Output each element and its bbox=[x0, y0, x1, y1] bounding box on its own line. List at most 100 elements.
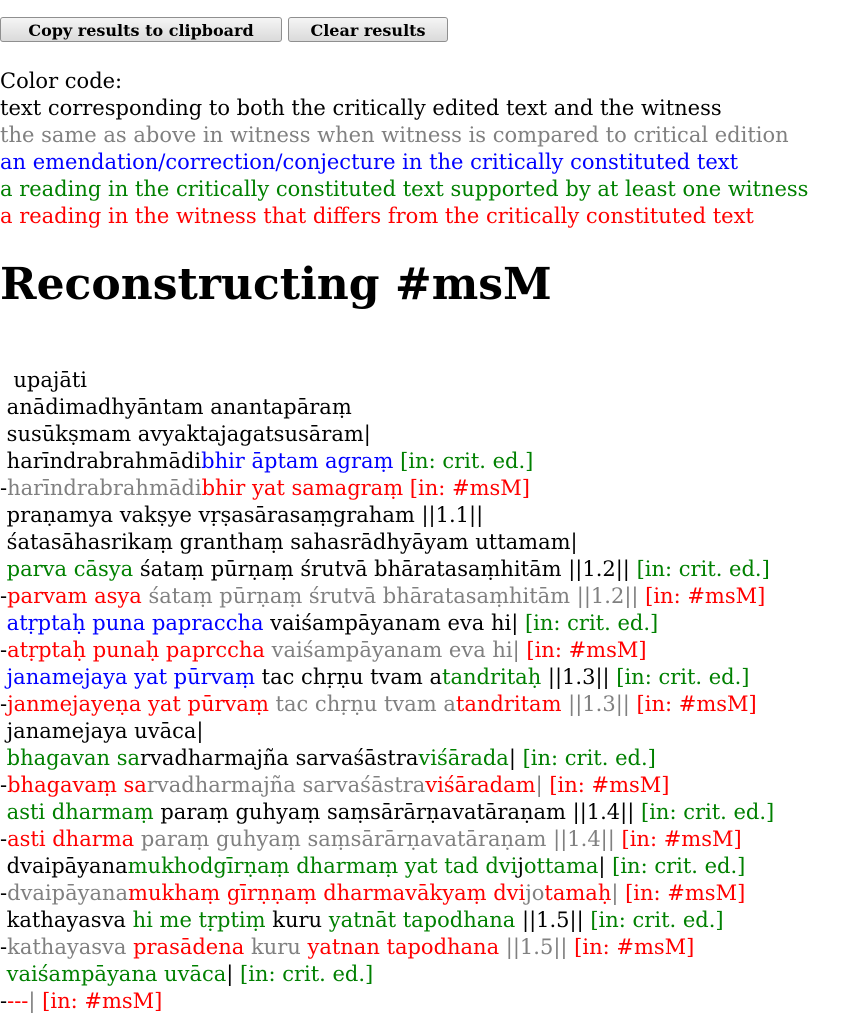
legend-item-blue: an emendation/correction/conjecture in t… bbox=[0, 150, 739, 174]
text-segment: kathayasva bbox=[7, 935, 127, 959]
text-segment: [in: #msM] bbox=[614, 827, 742, 851]
text-segment: harīndrabrahmādi bbox=[0, 449, 202, 473]
text-line: -harīndrabrahmādibhir yat samagraṃ [in: … bbox=[0, 475, 774, 502]
text-line: vaiśampāyana uvāca| [in: crit. ed.] bbox=[0, 961, 774, 988]
text-segment: [in: crit. ed.] bbox=[518, 611, 659, 635]
text-segment: [in: #msM] bbox=[629, 692, 757, 716]
text-line: śatasāhasrikaṃ granthaṃ sahasrādhyāyam u… bbox=[0, 529, 774, 556]
text-segment: asti dharmaṃ bbox=[0, 800, 154, 824]
text-segment: vaiśampāyana uvāca bbox=[0, 962, 227, 986]
text-segment: rvadharmajña sarvaśāstra bbox=[140, 746, 419, 770]
text-segment: ottama bbox=[523, 854, 599, 878]
text-segment: tandritam bbox=[455, 692, 562, 716]
text-segment: śatasāhasrikaṃ granthaṃ sahasrādhyāyam u… bbox=[0, 530, 578, 554]
text-segment: hi me tṛptiṃ bbox=[125, 908, 266, 932]
toolbar: Copy results to clipboard Clear results bbox=[0, 17, 448, 42]
text-segment: upajāti bbox=[0, 368, 88, 392]
text-line: harīndrabrahmādibhir āptam agraṃ [in: cr… bbox=[0, 448, 774, 475]
text-segment: atṛptaḥ puna papraccha bbox=[0, 611, 264, 635]
text-segment: susūkṣmam avyaktajagatsusāram| bbox=[0, 422, 371, 446]
text-segment: dvaipāyana bbox=[7, 881, 129, 905]
text-segment: prasādena bbox=[126, 935, 245, 959]
text-segment: [in: #msM] bbox=[638, 584, 766, 608]
legend-item-red: a reading in the witness that differs fr… bbox=[0, 204, 754, 228]
text-segment: janmejayeṇa yat pūrvaṃ bbox=[7, 692, 269, 716]
text-segment: jo bbox=[525, 881, 545, 905]
text-segment: vaiśampāyanam eva hi| bbox=[263, 611, 519, 635]
text-line: janamejaya uvāca| bbox=[0, 718, 774, 745]
text-segment: [in: #msM] bbox=[542, 773, 670, 797]
reconstruction-text: upajāti anādimadhyāntam anantapāraṃ susū… bbox=[0, 367, 774, 1015]
text-line: susūkṣmam avyaktajagatsusāram| bbox=[0, 421, 774, 448]
text-segment: | bbox=[508, 746, 516, 770]
text-segment: praṇamya vakṣye vṛṣasārasaṃgraham ||1.1|… bbox=[0, 503, 484, 527]
text-segment: asti dharma bbox=[7, 827, 135, 851]
text-segment: viśāradam bbox=[425, 773, 536, 797]
text-segment: vaiśampāyanam eva hi| bbox=[264, 638, 520, 662]
text-segment: rvadharmajña sarvaśāstra bbox=[146, 773, 426, 797]
text-segment: atṛptaḥ punaḥ paprccha bbox=[7, 638, 265, 662]
text-segment: parvam asya bbox=[7, 584, 142, 608]
text-line: -atṛptaḥ punaḥ paprccha vaiśampāyanam ev… bbox=[0, 637, 774, 664]
text-line: dvaipāyanamukhodgīrṇaṃ dharmaṃ yat tad d… bbox=[0, 853, 774, 880]
text-segment: anādimadhyāntam anantapāraṃ bbox=[0, 395, 352, 419]
text-segment: bhagavaṃ sa bbox=[7, 773, 147, 797]
text-line: anādimadhyāntam anantapāraṃ bbox=[0, 394, 774, 421]
text-segment: mukhodgīrṇaṃ dharmaṃ yat tad dvi bbox=[127, 854, 518, 878]
text-segment: janamejaya yat pūrvaṃ bbox=[0, 665, 255, 689]
legend-item-black: text corresponding to both the criticall… bbox=[0, 96, 722, 120]
text-line: -parvam asya śataṃ pūrṇaṃ śrutvā bhārata… bbox=[0, 583, 774, 610]
text-segment: bhagavan sa bbox=[0, 746, 141, 770]
text-line: atṛptaḥ puna papraccha vaiśampāyanam eva… bbox=[0, 610, 774, 637]
text-line: janamejaya yat pūrvaṃ tac chṛṇu tvam ata… bbox=[0, 664, 774, 691]
text-segment: [in: #msM] bbox=[618, 881, 746, 905]
text-segment: [in: crit. ed.] bbox=[605, 854, 746, 878]
text-segment: ||1.5|| bbox=[515, 908, 584, 932]
text-segment: harīndrabrahmādi bbox=[7, 476, 202, 500]
text-segment: [in: #msM] bbox=[35, 989, 163, 1013]
text-segment: [in: crit. ed.] bbox=[634, 800, 775, 824]
text-segment: paraṃ guhyaṃ saṃsārārṇavatāraṇam ||1.4|| bbox=[134, 827, 615, 851]
text-line: praṇamya vakṣye vṛṣasārasaṃgraham ||1.1|… bbox=[0, 502, 774, 529]
clear-results-button[interactable]: Clear results bbox=[288, 17, 448, 42]
text-segment: --- bbox=[7, 989, 29, 1013]
text-line: -bhagavaṃ sarvadharmajña sarvaśāstraviśā… bbox=[0, 772, 774, 799]
text-segment: | bbox=[535, 773, 543, 797]
text-line: asti dharmaṃ paraṃ guhyaṃ saṃsārārṇavatā… bbox=[0, 799, 775, 826]
text-segment: [in: crit. ed.] bbox=[629, 557, 770, 581]
text-segment: śataṃ pūrṇaṃ śrutvā bhāratasaṃhitām ||1.… bbox=[133, 557, 630, 581]
text-segment: bhir yat samagraṃ bbox=[201, 476, 404, 500]
text-line: -dvaipāyanamukhaṃ gīrṇṇaṃ dharmavākyaṃ d… bbox=[0, 880, 774, 907]
text-segment: tac chṛṇu tvam a bbox=[254, 665, 443, 689]
color-code-legend: Color code: text corresponding to both t… bbox=[0, 68, 808, 230]
text-segment: parva cāsya bbox=[0, 557, 134, 581]
text-line: kathayasva hi me tṛptiṃ kuru yatnāt tapo… bbox=[0, 907, 774, 934]
text-segment: yatnan tapodhana bbox=[300, 935, 500, 959]
text-segment: [in: #msM] bbox=[567, 935, 695, 959]
text-segment: tamaḥ bbox=[544, 881, 612, 905]
text-segment: yatnāt tapodhana bbox=[322, 908, 516, 932]
text-segment: viśārada bbox=[418, 746, 509, 770]
legend-item-gray: the same as above in witness when witnes… bbox=[0, 123, 789, 147]
text-segment: ||1.5|| bbox=[499, 935, 568, 959]
text-segment: tandritaḥ bbox=[442, 665, 542, 689]
text-segment: dvaipāyana bbox=[0, 854, 128, 878]
text-segment: [in: #msM] bbox=[519, 638, 647, 662]
text-segment: śataṃ pūrṇaṃ śrutvā bhāratasaṃhitām ||1.… bbox=[141, 584, 639, 608]
text-line: -janmejayeṇa yat pūrvaṃ tac chṛṇu tvam a… bbox=[0, 691, 774, 718]
text-segment: [in: crit. ed.] bbox=[233, 962, 374, 986]
text-segment: janamejaya uvāca| bbox=[0, 719, 204, 743]
text-segment: paraṃ guhyaṃ saṃsārārṇavatāraṇam ||1.4|| bbox=[153, 800, 635, 824]
text-line: ----| [in: #msM] bbox=[0, 988, 774, 1015]
page-title: Reconstructing #msM bbox=[0, 259, 552, 310]
legend-item-green: a reading in the critically constituted … bbox=[0, 177, 809, 201]
text-line: upajāti bbox=[0, 367, 774, 394]
copy-results-button[interactable]: Copy results to clipboard bbox=[0, 17, 282, 42]
text-line: -kathayasva prasādena kuru yatnan tapodh… bbox=[0, 934, 774, 961]
text-segment: kathayasva bbox=[0, 908, 126, 932]
text-segment: [in: crit. ed.] bbox=[515, 746, 656, 770]
text-line: bhagavan sarvadharmajña sarvaśāstraviśār… bbox=[0, 745, 774, 772]
text-line: parva cāsya śataṃ pūrṇaṃ śrutvā bhāratas… bbox=[0, 556, 774, 583]
text-segment: kuru bbox=[244, 935, 301, 959]
text-segment: mukhaṃ gīrṇṇaṃ dharmavākyaṃ dvi bbox=[128, 881, 526, 905]
